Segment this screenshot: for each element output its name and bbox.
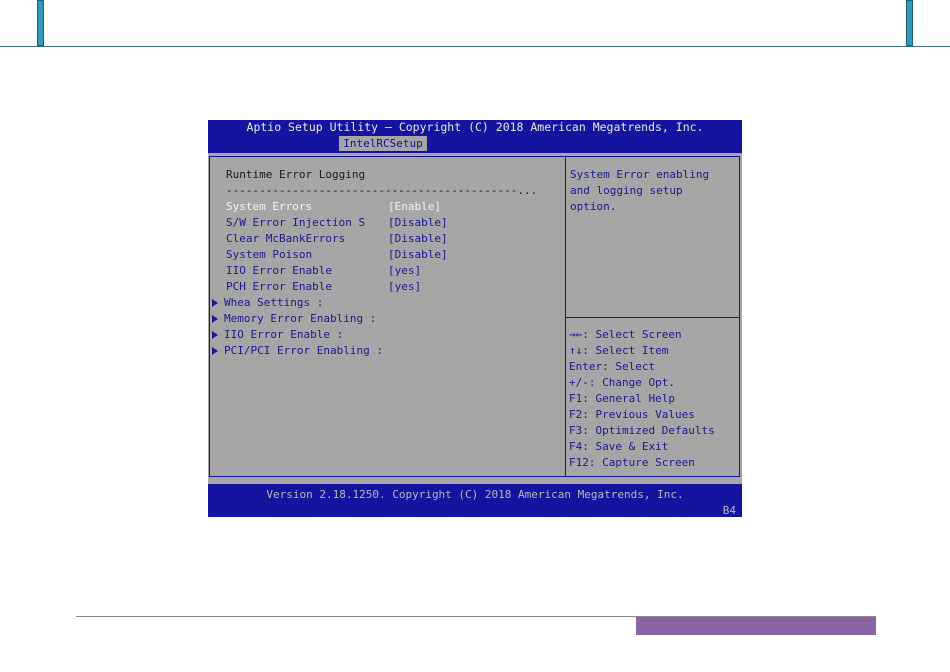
status-code: B4 [722,504,736,517]
tab-intelrcsetup[interactable]: IntelRCSetup [339,136,427,151]
option-label[interactable]: System Poison [226,247,312,263]
key-help-line: ↑↓: Select Item [569,344,669,357]
option-label[interactable]: Clear McBankErrors [226,231,345,247]
option-label[interactable]: PCH Error Enable [226,279,332,295]
option-value[interactable]: [Disable] [388,231,448,247]
option-label[interactable]: IIO Error Enable [226,263,332,279]
bios-title: Aptio Setup Utility – Copyright (C) 2018… [246,120,704,134]
key-help-line: F12: Capture Screen [569,456,695,469]
section-heading: Runtime Error Logging [226,168,366,181]
option-value[interactable]: [Disable] [388,215,448,231]
footer-accent-bar [636,617,876,635]
header-accent-bar-right [906,0,913,46]
submenu-arrow-icon [212,315,218,323]
submenu-label: IIO Error Enable : [224,328,344,341]
key-help-line: →←: Select Screen [569,328,682,341]
key-help-line: F4: Save & Exit [569,440,669,453]
help-line: and logging setup [570,184,683,197]
submenu-arrow-icon [212,331,218,339]
option-value[interactable]: [Disable] [388,247,448,263]
option-value[interactable]: [yes] [388,279,421,295]
submenu-item[interactable]: IIO Error Enable : [212,327,343,343]
submenu-label: Memory Error Enabling : [224,312,377,325]
header-accent-bar-left [37,0,44,46]
key-help-line: F1: General Help [569,392,675,405]
key-help-line: F3: Optimized Defaults [569,424,715,437]
bios-screen: Aptio Setup Utility – Copyright (C) 2018… [208,120,742,517]
version-text: Version 2.18.1250. Copyright (C) 2018 Am… [266,488,684,501]
submenu-item[interactable]: Whea Settings : [212,295,323,311]
option-value[interactable]: [yes] [388,263,421,279]
submenu-label: Whea Settings : [224,296,324,309]
key-help-line: F2: Previous Values [569,408,695,421]
key-help-line: +/-: Change Opt. [569,376,675,389]
option-label[interactable]: S/W Error Injection S [226,215,365,231]
header-rule [0,46,950,47]
help-divider [566,317,739,318]
option-label[interactable]: System Errors [226,199,312,215]
submenu-arrow-icon [212,299,218,307]
help-line: System Error enabling [570,168,710,181]
submenu-arrow-icon [212,347,218,355]
submenu-item[interactable]: Memory Error Enabling : [212,311,376,327]
option-value[interactable]: [Enable] [388,199,441,215]
key-help-line: Enter: Select [569,360,656,373]
help-line: option. [570,200,617,213]
submenu-label: PCI/PCI Error Enabling : [224,344,383,357]
section-separator: ----------------------------------------… [226,184,538,197]
submenu-item[interactable]: PCI/PCI Error Enabling : [212,343,383,359]
